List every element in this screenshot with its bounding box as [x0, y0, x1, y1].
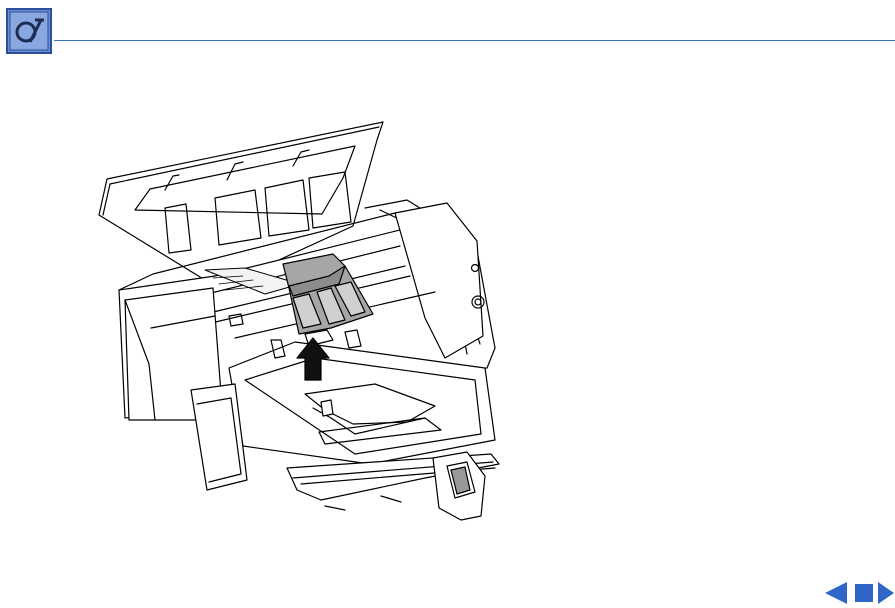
- previous-page-icon[interactable]: [823, 580, 849, 606]
- page-navigation: [815, 580, 895, 606]
- manual-logo-icon: [6, 8, 52, 54]
- printer-illustration: [95, 118, 510, 530]
- next-page-icon[interactable]: [877, 580, 895, 606]
- stop-icon[interactable]: [853, 580, 875, 606]
- header-divider: [54, 40, 895, 41]
- manual-logo-graphic: [6, 8, 52, 54]
